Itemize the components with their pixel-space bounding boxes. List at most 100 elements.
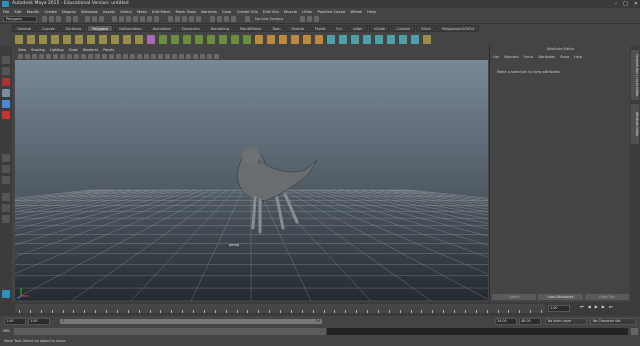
select-handles-icon[interactable] — [112, 16, 117, 22]
shelf-tab-painteffects[interactable]: PaintEffects — [235, 25, 267, 32]
select-object-icon[interactable] — [92, 16, 97, 22]
anim-layer-dropdown[interactable]: No Anim Layer — [545, 318, 587, 325]
image-plane-icon[interactable] — [46, 54, 51, 59]
append-polygon-icon[interactable] — [279, 34, 287, 44]
hypershade-layout-icon[interactable] — [2, 204, 10, 212]
menu-set-dropdown[interactable]: Polygons — [3, 16, 37, 22]
lock-camera-icon[interactable] — [25, 54, 30, 59]
safe-title-icon[interactable] — [109, 54, 114, 59]
undo-icon[interactable] — [66, 16, 71, 22]
bookmark-icon[interactable] — [39, 54, 44, 59]
menu-edit-uvs[interactable]: Edit UVs — [263, 8, 279, 15]
poly-cube-icon[interactable] — [27, 34, 35, 44]
playback-start-field[interactable]: 1.00 — [28, 318, 50, 325]
hypershade-icon[interactable] — [231, 16, 236, 22]
cylindrical-map-icon[interactable] — [387, 34, 395, 44]
snap-grid-icon[interactable] — [168, 16, 173, 22]
select-hierarchy-icon[interactable] — [85, 16, 90, 22]
extract-icon[interactable] — [183, 34, 191, 44]
safe-action-icon[interactable] — [102, 54, 107, 59]
xray-components-icon[interactable] — [214, 54, 219, 59]
isolate-select-icon[interactable] — [193, 54, 198, 59]
use-all-lights-icon[interactable] — [151, 54, 156, 59]
shelf-tab-fur[interactable]: Fur — [331, 25, 348, 32]
grid-icon[interactable] — [67, 54, 72, 59]
mirror-geometry-icon[interactable] — [231, 34, 239, 44]
select-component-icon[interactable] — [99, 16, 104, 22]
separate-icon[interactable] — [171, 34, 179, 44]
lasso-tool-icon[interactable] — [2, 67, 10, 75]
magnet-icon[interactable] — [245, 16, 250, 22]
menu-color[interactable]: Color — [222, 8, 232, 15]
fill-hole-icon[interactable] — [291, 34, 299, 44]
textured-icon[interactable] — [144, 54, 149, 59]
menu-windows[interactable]: Windows — [81, 8, 98, 15]
shelf-tab-dynamics[interactable]: Dynamics — [177, 25, 205, 32]
poly-sphere-icon[interactable] — [15, 34, 23, 44]
menu-modify[interactable]: Modify — [27, 8, 40, 15]
channel-box-tab[interactable]: Channel Box / Layer Editor — [631, 50, 639, 100]
symmetry-icon[interactable] — [300, 16, 305, 22]
menu-create-uvs[interactable]: Create UVs — [237, 8, 258, 15]
step-forward-icon[interactable]: ▶ — [602, 304, 605, 309]
character-set-dropdown[interactable]: No Character Set — [590, 318, 636, 325]
xray-icon[interactable] — [200, 54, 205, 59]
shelf-tab-deformation[interactable]: Deformation — [114, 25, 147, 32]
menu-muscle[interactable]: Muscle — [284, 8, 297, 15]
shelf-tab-surfaces[interactable]: Surfaces — [60, 25, 87, 32]
time-slider-track[interactable] — [15, 304, 545, 313]
two-d-pan-zoom-icon[interactable] — [53, 54, 58, 59]
snap-view-plane-icon[interactable] — [189, 16, 194, 22]
field-chart-icon[interactable] — [95, 54, 100, 59]
menu-file[interactable]: File — [3, 8, 9, 15]
ambient-occlusion-icon[interactable] — [165, 54, 170, 59]
single-pane-layout-icon[interactable] — [2, 154, 10, 162]
menu-help[interactable]: Help — [367, 8, 376, 15]
go-to-end-icon[interactable]: ⏭ — [609, 304, 613, 309]
paint-select-tool-icon[interactable] — [2, 78, 10, 86]
time-slider[interactable]: 1.00 ⏮ ◀ ▶ ▶ ⏭ — [0, 302, 640, 316]
smooth-shade-icon[interactable] — [123, 54, 128, 59]
ae-menu-show[interactable]: Show — [560, 55, 569, 59]
menu-edit[interactable]: Edit — [14, 8, 21, 15]
outliner-layout-icon[interactable] — [2, 215, 10, 223]
poly-cone-icon[interactable] — [51, 34, 59, 44]
shelf-tab-xgen[interactable]: XGen — [416, 25, 436, 32]
anim-start-field[interactable]: 1.00 — [4, 318, 26, 325]
render-icon[interactable] — [210, 16, 215, 22]
menu-pipeline-cache[interactable]: Pipeline Cache — [317, 8, 345, 15]
snap-point-icon[interactable] — [182, 16, 187, 22]
shelf-tab-polygonsun[interactable]: Polygonsun07404 — [436, 25, 479, 32]
xyz-icon[interactable] — [307, 16, 312, 22]
shelf-tab-ncloth[interactable]: nCloth — [368, 25, 391, 32]
sculpt-icon[interactable] — [363, 34, 371, 44]
attribute-editor-tab[interactable]: Attribute Editor — [631, 104, 639, 144]
difference-icon[interactable] — [207, 34, 215, 44]
menu-display[interactable]: Display — [62, 8, 76, 15]
two-pane-layout-icon[interactable] — [2, 176, 10, 184]
shelf-tab-general[interactable]: General — [12, 25, 37, 32]
poly-torus-icon[interactable] — [75, 34, 83, 44]
split-polygon-icon[interactable] — [351, 34, 359, 44]
menu-normals[interactable]: Normals — [201, 8, 217, 15]
menu-create[interactable]: Create — [44, 8, 57, 15]
copy-tab-button[interactable]: Copy Tab — [584, 294, 629, 300]
shelf-tab-animation[interactable]: Animation — [147, 25, 177, 32]
poly-soccer-ball-icon[interactable] — [135, 34, 143, 44]
motion-blur-icon[interactable] — [172, 54, 177, 59]
shelf-tab-custom[interactable]: Custom — [391, 25, 416, 32]
menu-wheel[interactable]: Wheel — [350, 8, 362, 15]
ipr-render-icon[interactable] — [217, 16, 222, 22]
automatic-map-icon[interactable] — [411, 34, 419, 44]
rotate-tool-icon[interactable] — [2, 100, 10, 108]
shelf-tab-curves[interactable]: Curves — [37, 25, 60, 32]
select-surfaces-icon[interactable] — [133, 16, 138, 22]
shelf-tab-nhair[interactable]: nHair — [348, 25, 368, 32]
redo-icon[interactable] — [73, 16, 78, 22]
snap-curve-icon[interactable] — [175, 16, 180, 22]
intersection-icon[interactable] — [219, 34, 227, 44]
select-curves-icon[interactable] — [126, 16, 131, 22]
current-frame-field[interactable]: 1.00 — [548, 305, 570, 312]
select-dynamics-icon[interactable] — [147, 16, 152, 22]
shelf-tab-polygons[interactable]: Polygons — [87, 25, 114, 32]
